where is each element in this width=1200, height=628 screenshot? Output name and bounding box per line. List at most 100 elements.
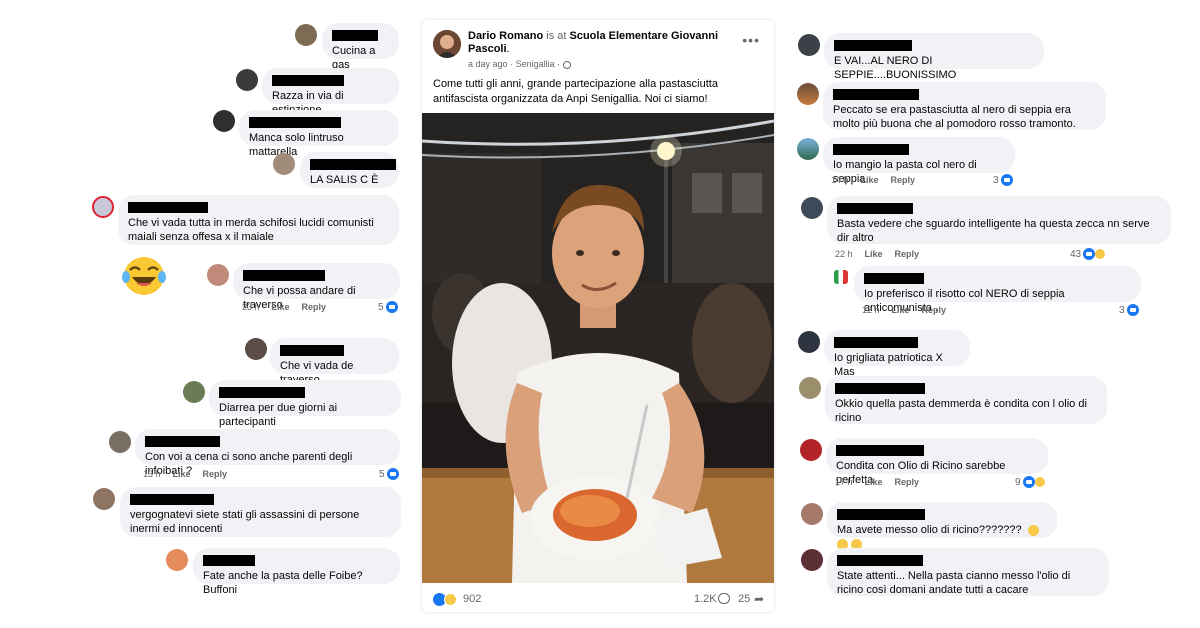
reply-button[interactable]: Reply	[895, 249, 920, 259]
like-button[interactable]: Like	[173, 469, 191, 479]
comment-time: 22 h	[835, 249, 853, 259]
commenter-avatar[interactable]	[109, 431, 131, 453]
commenter-avatar[interactable]	[801, 549, 823, 571]
comment-bubble: Fate anche la pasta delle Foibe? Buffoni	[193, 548, 400, 596]
redacted-name	[310, 159, 396, 170]
post-photo[interactable]	[422, 113, 774, 583]
comment-actions: 22 h Like Reply	[835, 249, 919, 259]
comment-text-content: Ma avete messo olio di ricino???????	[837, 524, 1022, 536]
commenter-avatar[interactable]	[166, 549, 188, 571]
post-header: Dario Romano is at Scuola Elementare Gio…	[468, 30, 738, 56]
comment-text: LA SALIS C È	[310, 174, 379, 186]
comment-actions: 17 h Like Reply	[835, 477, 919, 487]
reaction-number: 5	[379, 468, 385, 480]
laughing-emoji	[122, 257, 166, 295]
commenter-avatar[interactable]	[797, 138, 819, 160]
post-time[interactable]: a day ago	[468, 59, 508, 69]
facebook-post: Dario Romano is at Scuola Elementare Gio…	[422, 20, 774, 612]
comment-bubble: Diarrea per due giorni ai partecipanti	[209, 380, 401, 428]
reaction-number: 43	[1070, 248, 1082, 260]
commenter-avatar[interactable]	[273, 153, 295, 175]
commenter-avatar[interactable]	[213, 110, 235, 132]
shares-count[interactable]: 25	[738, 593, 750, 605]
comment-text: Basta vedere che sguardo intelligente ha…	[837, 218, 1150, 244]
commenter-avatar[interactable]	[207, 264, 229, 286]
redacted-name	[203, 555, 255, 566]
haha-icon	[444, 593, 457, 606]
reply-button[interactable]: Reply	[203, 469, 228, 479]
comment-text: Ma avete messo olio di ricino???????	[837, 523, 1047, 551]
like-button[interactable]: Like	[865, 249, 883, 259]
like-button[interactable]: Like	[272, 302, 290, 312]
post-meta: a day ago · Senigallia ·	[468, 59, 571, 69]
comment-bubble: Manca solo lintruso mattarella	[239, 110, 399, 158]
comment-bubble: Io mangio la pasta col nero di seppia.	[823, 137, 1015, 185]
like-icon	[1000, 174, 1013, 186]
commenter-avatar[interactable]	[801, 503, 823, 525]
reaction-count[interactable]: 5	[379, 468, 399, 480]
comment-bubble: Che vi vada tutta in merda schifosi luci…	[118, 195, 399, 245]
haha-icon	[1094, 248, 1107, 260]
reaction-count[interactable]: 3	[1119, 304, 1139, 316]
comment-bubble: Cucina a gas	[322, 23, 399, 71]
author-avatar[interactable]	[433, 30, 461, 58]
comment-time: 17 h	[835, 477, 853, 487]
commenter-avatar[interactable]	[183, 381, 205, 403]
reply-button[interactable]: Reply	[302, 302, 327, 312]
commenter-avatar[interactable]	[236, 69, 258, 91]
commenter-avatar[interactable]	[245, 338, 267, 360]
redacted-name	[145, 436, 220, 447]
reaction-count[interactable]: 9	[1015, 476, 1046, 488]
commenter-avatar[interactable]	[798, 331, 820, 353]
reply-button[interactable]: Reply	[922, 305, 947, 315]
redacted-name	[864, 273, 924, 284]
commenter-avatar[interactable]	[799, 377, 821, 399]
comment-actions: 13 h Like Reply	[143, 469, 227, 479]
comment-bubble: Condita con Olio di Ricino sarebbe perfe…	[826, 438, 1048, 486]
commenter-avatar[interactable]	[798, 34, 820, 56]
comment-text: Okkio quella pasta demmerda è condita co…	[835, 398, 1087, 424]
reactions-count[interactable]: 902	[463, 593, 481, 605]
comment-bubble: Che vi vada de traverso	[270, 338, 399, 386]
comment-text: Che vi vada tutta in merda schifosi luci…	[128, 217, 374, 243]
like-button[interactable]: Like	[861, 175, 879, 185]
reaction-count[interactable]: 43	[1070, 248, 1107, 260]
share-icon: ➦	[754, 592, 765, 606]
like-icon	[1022, 476, 1035, 488]
comment-bubble: Io grigliata patriotica X Mas	[824, 330, 970, 378]
reply-button[interactable]: Reply	[895, 477, 920, 487]
period: .	[506, 43, 510, 55]
reaction-number: 3	[1119, 304, 1125, 316]
like-button[interactable]: Like	[892, 305, 910, 315]
flag-avatar[interactable]	[834, 270, 848, 284]
is-at-text: is at	[546, 30, 567, 42]
like-icon	[385, 301, 398, 313]
commenter-avatar[interactable]	[801, 197, 823, 219]
reaction-count[interactable]: 5	[378, 301, 398, 313]
commenter-avatar[interactable]	[797, 83, 819, 105]
comments-count[interactable]: 1.2K	[694, 593, 717, 605]
commenter-avatar[interactable]	[295, 24, 317, 46]
commenter-avatar[interactable]	[800, 439, 822, 461]
comment-time: 12 h	[862, 305, 880, 315]
like-button[interactable]: Like	[865, 477, 883, 487]
reaction-count[interactable]: 3	[993, 174, 1013, 186]
reaction-number: 3	[993, 174, 999, 186]
comment-bubble: LA SALIS C È	[300, 152, 399, 188]
redacted-name	[128, 202, 208, 213]
post-location[interactable]: Senigallia	[516, 59, 555, 69]
commenter-avatar[interactable]	[92, 196, 114, 218]
redacted-name	[837, 555, 923, 566]
author-name[interactable]: Dario Romano	[468, 30, 543, 42]
redacted-name	[219, 387, 305, 398]
more-icon[interactable]: •••	[742, 32, 760, 48]
comment-bubble: Che vi possa andare di traverso	[233, 263, 400, 311]
redacted-name	[834, 40, 912, 51]
comment-text: Diarrea per due giorni ai partecipanti	[219, 402, 338, 428]
comment-text: E VAI...AL NERO DI SEPPIE....BUONISSIMO	[834, 55, 957, 81]
reaction-number: 5	[378, 301, 384, 313]
redacted-name	[272, 75, 344, 86]
commenter-avatar[interactable]	[93, 488, 115, 510]
reply-button[interactable]: Reply	[891, 175, 916, 185]
comment-text: vergognatevi siete stati gli assassini d…	[130, 509, 360, 535]
